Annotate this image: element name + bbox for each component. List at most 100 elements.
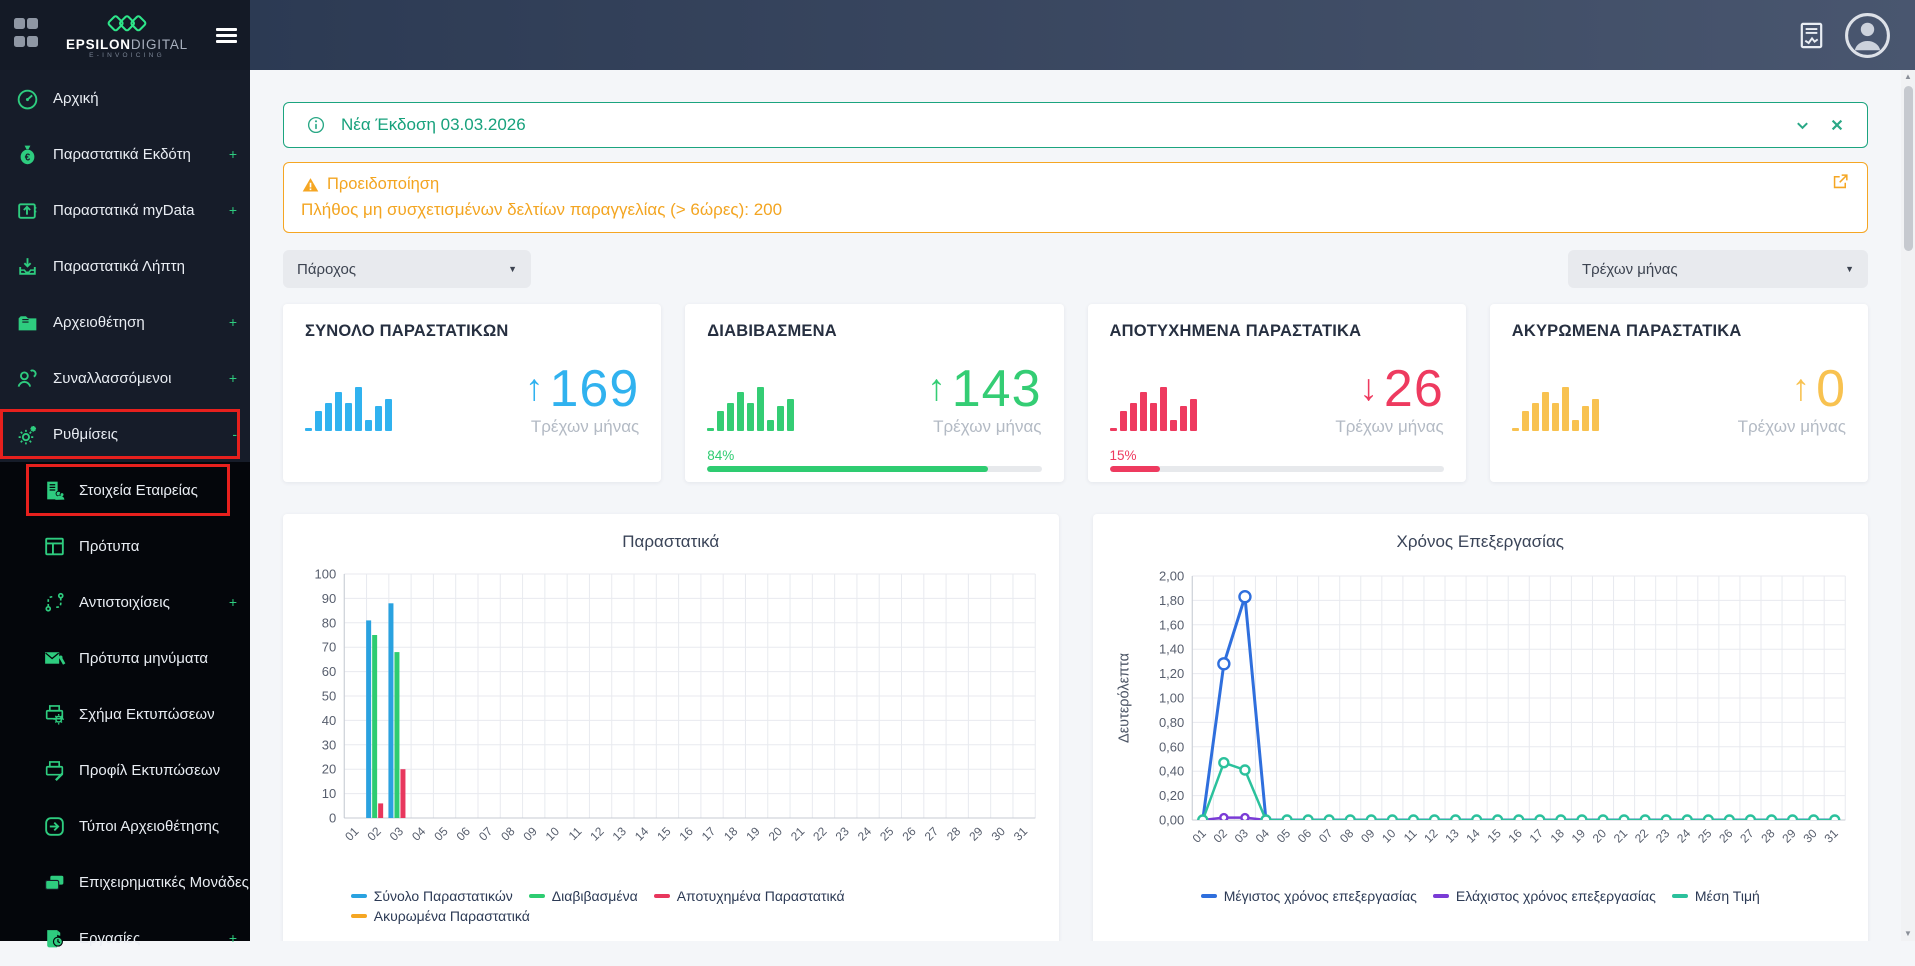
sidebar-item-0[interactable]: Αρχική xyxy=(0,70,250,126)
sidebar-item-1[interactable]: Παραστατικά Εκδότη + xyxy=(0,126,250,182)
sidebar-item-3[interactable]: Παραστατικά Λήπτη xyxy=(0,238,250,294)
sidebar-subitem-8[interactable]: Εργασίες + xyxy=(0,910,250,966)
stat-card-body: ↑ 143 Τρέχων μήνας xyxy=(707,363,1042,437)
sidebar-item-6[interactable]: Ρυθμίσεις - xyxy=(0,406,250,462)
sidebar-subitem-4[interactable]: Σχήμα Εκτυπώσεων xyxy=(0,686,250,742)
svg-text:0,20: 0,20 xyxy=(1158,788,1183,803)
svg-text:60: 60 xyxy=(322,664,336,679)
svg-text:19: 19 xyxy=(743,824,763,844)
stat-value: 169 xyxy=(549,360,640,418)
close-icon[interactable] xyxy=(1826,114,1848,136)
print-scheme-icon xyxy=(42,702,67,727)
legend-item[interactable]: Ελάχιστος χρόνος επεξεργασίας xyxy=(1432,888,1656,904)
chevron-down-icon[interactable] xyxy=(1791,114,1814,137)
svg-text:09: 09 xyxy=(1358,826,1378,846)
stat-caption: Τρέχων μήνας xyxy=(933,417,1042,437)
sidebar-subitem-6[interactable]: Τύποι Αρχειοθέτησης xyxy=(0,798,250,854)
stat-card-2: ΑΠΟΤΥΧΗΜΕΝΑ ΠΑΡΑΣΤΑΤΙΚΑ ↓ 26 Τρέχων μήνας 15… xyxy=(1087,304,1466,482)
svg-text:08: 08 xyxy=(498,824,518,844)
svg-text:03: 03 xyxy=(1231,826,1251,846)
legend-label: Σύνολο Παραστατικών xyxy=(373,888,513,904)
legend-label: Ακυρωμένα Παραστατικά xyxy=(373,908,530,924)
svg-text:23: 23 xyxy=(833,824,853,844)
svg-text:18: 18 xyxy=(1547,826,1567,846)
legend-item[interactable]: Ακυρωμένα Παραστατικά xyxy=(350,908,530,924)
svg-text:12: 12 xyxy=(587,824,607,844)
sidebar-subitem-3[interactable]: Πρότυπα μηνύματα xyxy=(0,630,250,686)
sidebar-item-label: Πρότυπα μηνύματα xyxy=(79,649,208,667)
svg-text:01: 01 xyxy=(342,824,362,844)
legend-item[interactable]: Σύνολο Παραστατικών xyxy=(350,888,513,904)
sidebar-subitem-2[interactable]: Αντιστοιχίσεις + xyxy=(0,574,250,630)
stat-caption: Τρέχων μήνας xyxy=(530,417,640,437)
legend-item[interactable]: Μέση Τιμή xyxy=(1671,888,1760,904)
scrollbar-thumb[interactable] xyxy=(1903,86,1913,251)
external-link-icon[interactable] xyxy=(1831,172,1850,191)
stat-value-block: ↑ 0 Τρέχων μήνας xyxy=(1738,363,1846,437)
svg-text:25: 25 xyxy=(877,824,897,844)
svg-text:07: 07 xyxy=(1315,826,1335,846)
warning-banner: Προειδοποίηση Πλήθος μη συσχετισμένων δε… xyxy=(283,162,1868,233)
svg-text:21: 21 xyxy=(788,824,808,844)
select-arrow-icon: ▼ xyxy=(1845,264,1854,274)
sidebar-item-2[interactable]: Παραστατικά myData + xyxy=(0,182,250,238)
period-select[interactable]: Τρέχων μήνας ▼ xyxy=(1568,250,1868,288)
up-arrow-icon: ↑ xyxy=(927,367,946,408)
svg-text:19: 19 xyxy=(1568,826,1588,846)
scrollbar[interactable]: ▲ ▼ xyxy=(1901,70,1915,941)
sidebar-item-label: Συναλλασσόμενοι xyxy=(53,369,172,387)
progress-label: 84% xyxy=(707,448,735,463)
report-icon[interactable] xyxy=(1796,20,1827,51)
brand-tagline: E-INVOICING xyxy=(89,52,165,59)
scroll-down-button[interactable]: ▼ xyxy=(1901,927,1915,941)
sidebar-subitem-0[interactable]: Στοιχεία Εταιρείας xyxy=(0,462,250,518)
menu-toggle-icon[interactable] xyxy=(211,25,237,46)
svg-text:16: 16 xyxy=(1505,826,1525,846)
sidebar-item-4[interactable]: Αρχειοθέτηση + xyxy=(0,294,250,350)
charts-row: Παραστατικά 0 10 20 30 40 50 60 70 80 90 100 01 02 03… xyxy=(283,514,1868,941)
legend-item[interactable]: Αποτυχημένα Παραστατικά xyxy=(653,888,845,904)
app-grid-icon[interactable] xyxy=(13,17,43,53)
version-banner: Νέα Έκδοση 03.03.2026 xyxy=(283,102,1868,148)
svg-text:26: 26 xyxy=(1716,826,1736,846)
mappings-icon xyxy=(42,590,67,615)
brand-logo[interactable]: EPSILONDIGITAL E-INVOICING xyxy=(43,11,211,60)
bar-chart-legend: Σύνολο Παραστατικών Διαβιβασμένα Αποτυχημέ… xyxy=(350,888,991,924)
legend-item[interactable]: Διαβιβασμένα xyxy=(528,888,638,904)
svg-text:30: 30 xyxy=(1800,826,1820,846)
expand-indicator: + xyxy=(228,370,237,386)
expand-indicator: + xyxy=(228,594,237,610)
warning-banner-body: Προειδοποίηση Πλήθος μη συσχετισμένων δε… xyxy=(301,172,782,223)
processing-time-chart-card: Χρόνος Επεξεργασίας 0,00 0,20 0,40 0,60 0,80… xyxy=(1092,514,1868,941)
scroll-up-button[interactable]: ▲ xyxy=(1901,70,1915,84)
stat-value: 0 xyxy=(1816,360,1846,418)
sidebar-item-label: Παραστατικά Λήπτη xyxy=(53,257,185,275)
svg-text:15: 15 xyxy=(654,824,674,844)
stat-card-body: ↓ 26 Τρέχων μήνας xyxy=(1109,363,1444,437)
provider-select[interactable]: Πάροχος ▼ xyxy=(283,250,531,288)
svg-text:0,40: 0,40 xyxy=(1158,764,1183,779)
sidebar-item-5[interactable]: Συναλλασσόμενοι + xyxy=(0,350,250,406)
svg-text:07: 07 xyxy=(476,824,496,844)
sidebar-subitem-1[interactable]: Πρότυπα xyxy=(0,518,250,574)
legend-label: Ελάχιστος χρόνος επεξεργασίας xyxy=(1455,888,1656,904)
legend-label: Μέση Τιμή xyxy=(1694,888,1760,904)
progress: 84% xyxy=(707,448,1042,472)
svg-text:16: 16 xyxy=(677,824,697,844)
sidebar-item-label: Παραστατικά myData xyxy=(53,201,195,219)
svg-text:23: 23 xyxy=(1652,826,1672,846)
svg-text:1,80: 1,80 xyxy=(1158,593,1183,608)
stat-card-title: ΔΙΑΒΙΒΑΣΜΕΝΑ xyxy=(707,322,837,340)
dashboard-icon xyxy=(15,86,40,111)
message-templates-icon xyxy=(42,646,67,671)
svg-text:70: 70 xyxy=(322,640,336,655)
documents-chart-card: Παραστατικά 0 10 20 30 40 50 60 70 80 90 100 01 02 03… xyxy=(283,514,1059,941)
legend-item[interactable]: Μέγιστος χρόνος επεξεργασίας xyxy=(1200,888,1417,904)
legend-label: Αποτυχημένα Παραστατικά xyxy=(676,888,845,904)
sidebar-subitem-5[interactable]: Προφίλ Εκτυπώσεων xyxy=(0,742,250,798)
sidebar-subitem-7[interactable]: Επιχειρηματικές Μονάδες xyxy=(0,854,250,910)
svg-text:08: 08 xyxy=(1337,826,1357,846)
logo-mark-icon xyxy=(96,11,158,36)
svg-text:20: 20 xyxy=(322,762,336,777)
user-avatar[interactable] xyxy=(1844,12,1891,59)
